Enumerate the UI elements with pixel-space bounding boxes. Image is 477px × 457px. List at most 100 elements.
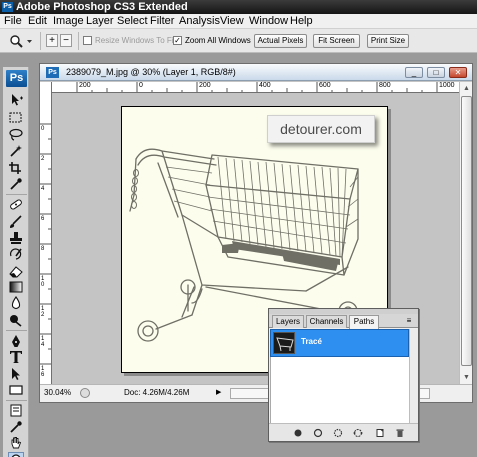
load-selection-button[interactable] [333, 428, 343, 438]
rectangle-marquee-icon [9, 112, 22, 123]
actual-pixels-button[interactable]: Actual Pixels [254, 34, 307, 48]
ruler-label: 200 [199, 82, 211, 89]
close-button[interactable]: ✕ [449, 67, 467, 78]
zoom-tool-preset-picker[interactable] [8, 34, 34, 48]
panel-scrollbar[interactable] [409, 329, 418, 423]
menu-analysis[interactable]: Analysis [177, 15, 222, 28]
status-info-icon[interactable] [80, 388, 90, 398]
zoom-in-button[interactable]: + [46, 34, 58, 47]
horizontal-ruler-ticks [76, 82, 438, 92]
gradient-icon [9, 281, 23, 293]
watermark-text: detourer.com [267, 115, 375, 143]
healing-brush-tool[interactable] [8, 198, 24, 212]
tab-layers[interactable]: Layers [272, 315, 304, 328]
scroll-up-arrow-icon[interactable]: ▲ [461, 83, 472, 94]
ruler-label: 16 [41, 366, 45, 378]
resize-windows-checkbox[interactable] [83, 36, 92, 45]
new-path-button[interactable] [375, 428, 385, 438]
path-row-selected[interactable]: Tracé [270, 329, 409, 357]
photoshop-app: Ps Adobe Photoshop CS3 Extended File Edi… [0, 0, 477, 457]
tab-paths[interactable]: Paths [349, 315, 379, 329]
brush-tool[interactable] [8, 215, 24, 229]
document-title-bar[interactable]: Ps 2389079_M.jpg @ 30% (Layer 1, RGB/8#)… [40, 64, 472, 81]
zoom-all-windows-label: Zoom All Windows [185, 36, 251, 45]
menu-window[interactable]: Window [247, 15, 290, 28]
marquee-tool[interactable] [8, 111, 24, 125]
menu-image[interactable]: Image [51, 15, 86, 28]
menu-help[interactable]: Help [288, 15, 315, 28]
path-thumbnail [273, 332, 295, 354]
crop-tool[interactable] [8, 161, 24, 175]
menu-bar: File Edit Image Layer Select Filter Anal… [0, 14, 477, 29]
path-selection-tool[interactable] [8, 367, 24, 381]
print-size-button[interactable]: Print Size [367, 34, 409, 48]
minimize-button[interactable]: _ [405, 67, 423, 78]
resize-windows-label: Resize Windows To Fit [95, 36, 176, 45]
maximize-button[interactable]: □ [427, 67, 445, 78]
options-divider [40, 32, 41, 50]
scroll-thumb[interactable] [461, 96, 472, 366]
document-size-info: Doc: 4.26M/4.26M [124, 388, 190, 397]
zoom-out-button[interactable]: − [60, 34, 72, 47]
move-arrow-icon [12, 94, 23, 106]
menu-edit[interactable]: Edit [26, 15, 49, 28]
eyedropper-icon [10, 421, 22, 433]
menu-file[interactable]: File [2, 15, 24, 28]
eraser-tool[interactable] [8, 264, 24, 278]
fill-path-button[interactable] [293, 428, 303, 438]
shape-tool[interactable] [8, 383, 24, 397]
vertical-scrollbar[interactable]: ▲ ▼ [459, 82, 472, 384]
eyedropper-icon [10, 178, 22, 190]
cart-thumbnail-icon [276, 337, 294, 352]
gradient-tool[interactable] [8, 280, 24, 294]
notes-tool[interactable] [8, 404, 24, 418]
panel-tabs: Layers Channels Paths ≡ [269, 314, 418, 329]
scroll-down-arrow-icon[interactable]: ▼ [461, 372, 472, 383]
menu-view[interactable]: View [218, 15, 246, 28]
options-divider [78, 32, 79, 50]
paths-panel: Layers Channels Paths ≡ Tracé [268, 308, 419, 442]
clone-stamp-tool[interactable] [8, 231, 24, 245]
photoshop-logo: Ps [6, 70, 27, 87]
fit-screen-button[interactable]: Fit Screen [313, 34, 360, 48]
status-menu-arrow-icon[interactable]: ▶ [216, 385, 226, 401]
dotted-circle-icon [333, 428, 343, 438]
menu-layer[interactable]: Layer [84, 15, 116, 28]
ruler-label: 8 [41, 246, 45, 252]
menu-filter[interactable]: Filter [148, 15, 176, 28]
move-tool[interactable] [8, 93, 24, 107]
horizontal-ruler[interactable]: 200 0 200 400 600 800 1000 [52, 82, 459, 93]
vertical-ruler[interactable]: 0 2 4 6 8 10 12 14 16 [40, 82, 52, 384]
stroke-path-button[interactable] [313, 428, 323, 438]
quick-selection-tool[interactable] [8, 144, 24, 158]
lasso-icon [9, 128, 23, 141]
document-title: 2389079_M.jpg @ 30% (Layer 1, RGB/8#) [66, 67, 236, 77]
ruler-label: 10 [41, 276, 45, 288]
lasso-tool[interactable] [8, 128, 24, 142]
delete-path-button[interactable] [395, 428, 405, 438]
menu-select[interactable]: Select [115, 15, 150, 28]
paths-list-empty-area[interactable] [270, 357, 409, 423]
zoom-level-field[interactable]: 30.04% [44, 385, 76, 401]
pen-tool[interactable] [8, 334, 24, 348]
options-bar: + − Resize Windows To Fit ✓ Zoom All Win… [0, 29, 477, 53]
history-brush-tool[interactable] [8, 247, 24, 261]
dodge-tool[interactable] [8, 313, 24, 327]
fill-circle-icon [294, 429, 302, 437]
type-tool[interactable] [8, 350, 24, 364]
ruler-label: 0 [41, 126, 45, 132]
tab-channels[interactable]: Channels [306, 315, 347, 328]
hand-tool[interactable] [8, 436, 24, 450]
ruler-label: 2 [41, 156, 45, 162]
toolbox: Ps [3, 67, 29, 457]
eyedropper-tool[interactable] [8, 177, 24, 191]
blur-tool[interactable] [8, 296, 24, 310]
zoom-all-windows-checkbox[interactable]: ✓ [173, 36, 182, 45]
panel-menu-icon[interactable]: ≡ [403, 316, 415, 326]
crop-icon [9, 162, 21, 174]
make-work-path-button[interactable] [353, 428, 363, 438]
eyedropper-sample-tool[interactable] [8, 420, 24, 434]
app-logo-icon: Ps [2, 2, 13, 12]
zoom-tool-active[interactable] [8, 452, 24, 457]
ruler-label: 200 [79, 82, 91, 89]
